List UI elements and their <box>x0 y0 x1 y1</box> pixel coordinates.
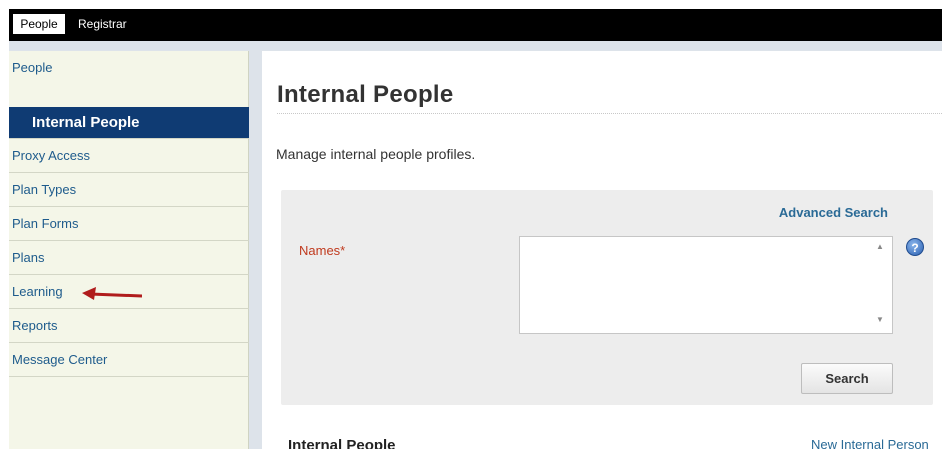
help-icon[interactable]: ? <box>906 238 924 256</box>
sidebar-header-people[interactable]: People <box>9 51 249 85</box>
top-nav-bar: People Registrar <box>9 9 942 41</box>
annotation-arrow-icon <box>82 287 142 300</box>
top-nav-registrar[interactable]: Registrar <box>72 14 133 34</box>
sidebar-item-internal-people[interactable]: Internal People <box>9 107 249 139</box>
sidebar-item-plan-types[interactable]: Plan Types <box>9 173 249 207</box>
scroll-up-icon[interactable]: ▲ <box>875 242 885 252</box>
advanced-search-link[interactable]: Advanced Search <box>779 205 888 220</box>
app-frame: People Registrar People Internal People … <box>9 9 942 449</box>
new-internal-person-link[interactable]: New Internal Person <box>811 437 929 449</box>
results-section-title: Internal People <box>288 437 396 449</box>
sidebar-item-proxy-access[interactable]: Proxy Access <box>9 139 249 173</box>
names-label: Names* <box>299 243 346 258</box>
top-nav-people[interactable]: People <box>13 14 65 34</box>
sidebar: People Internal People Proxy Access Plan… <box>9 51 262 449</box>
scroll-down-icon[interactable]: ▼ <box>875 315 885 325</box>
page-description: Manage internal people profiles. <box>276 146 476 162</box>
main-content: Internal People Manage internal people p… <box>271 51 942 449</box>
page-title: Internal People <box>277 81 454 108</box>
sidebar-item-message-center[interactable]: Message Center <box>9 343 249 377</box>
sidebar-item-reports[interactable]: Reports <box>9 309 249 343</box>
search-panel: Advanced Search Names* ▲ ▼ ? Search <box>281 190 933 405</box>
names-input[interactable] <box>519 236 893 334</box>
search-button[interactable]: Search <box>801 363 893 394</box>
title-divider <box>277 113 942 114</box>
sidebar-item-plans[interactable]: Plans <box>9 241 249 275</box>
sidebar-item-plan-forms[interactable]: Plan Forms <box>9 207 249 241</box>
nav-sub-strip <box>9 41 942 51</box>
